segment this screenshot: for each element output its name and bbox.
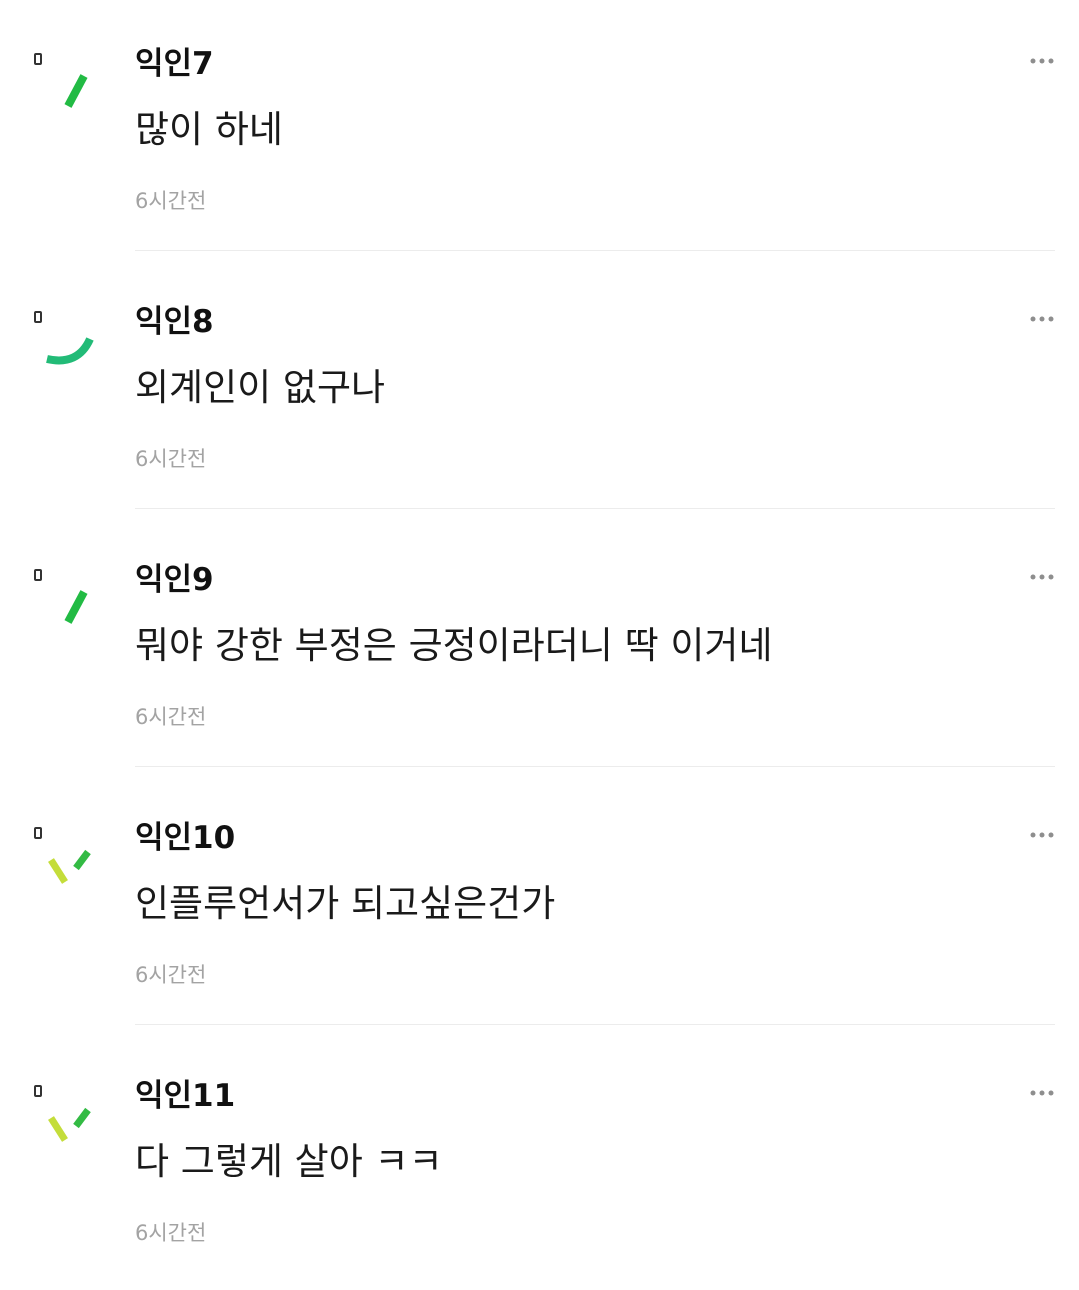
- green-slash-icon: [34, 53, 88, 108]
- more-options-icon: [1030, 1090, 1054, 1096]
- comment-author[interactable]: 익인9: [135, 560, 214, 600]
- comment-text: 다 그렇게 살아 ㅋㅋ: [135, 1140, 443, 1183]
- more-options-button[interactable]: [1024, 304, 1060, 334]
- comment-text: 외계인이 없구나: [135, 366, 386, 409]
- green-slash-icon: [34, 569, 88, 624]
- comment-item: 익인9 뭐야 강한 부정은 긍정이라더니 딱 이거네 6시간전: [0, 516, 1079, 774]
- comment-author[interactable]: 익인11: [135, 1076, 235, 1116]
- more-options-icon: [1030, 58, 1054, 64]
- avatar[interactable]: [30, 824, 100, 894]
- comment-author[interactable]: 익인8: [135, 302, 214, 342]
- comment-item: 익인7 많이 하네 6시간전: [0, 0, 1079, 258]
- comment-timestamp: 6시간전: [135, 189, 207, 213]
- lime-double-dash-icon: [34, 827, 91, 884]
- comment-timestamp: 6시간전: [135, 705, 207, 729]
- more-options-button[interactable]: [1024, 46, 1060, 76]
- avatar[interactable]: [30, 308, 100, 378]
- comment-item: 익인11 다 그렇게 살아 ㅋㅋ 6시간전: [0, 1032, 1079, 1290]
- comment-text: 뭐야 강한 부정은 긍정이라더니 딱 이거네: [135, 624, 773, 667]
- more-options-button[interactable]: [1024, 820, 1060, 850]
- more-options-icon: [1030, 574, 1054, 580]
- comment-timestamp: 6시간전: [135, 963, 207, 987]
- green-smile-icon: [34, 311, 94, 365]
- divider: [135, 1024, 1055, 1025]
- avatar[interactable]: [30, 566, 100, 636]
- more-options-icon: [1030, 832, 1054, 838]
- more-options-button[interactable]: [1024, 562, 1060, 592]
- comment-text: 많이 하네: [135, 108, 283, 151]
- avatar[interactable]: [30, 1082, 100, 1152]
- comment-author[interactable]: 익인10: [135, 818, 235, 858]
- divider: [135, 250, 1055, 251]
- comment-timestamp: 6시간전: [135, 1221, 207, 1245]
- divider: [135, 766, 1055, 767]
- comment-item: 익인10 인플루언서가 되고싶은건가 6시간전: [0, 774, 1079, 1032]
- comment-author[interactable]: 익인7: [135, 44, 214, 84]
- avatar[interactable]: [30, 50, 100, 120]
- comment-item: 익인8 외계인이 없구나 6시간전: [0, 258, 1079, 516]
- divider: [135, 508, 1055, 509]
- comment-timestamp: 6시간전: [135, 447, 207, 471]
- more-options-button[interactable]: [1024, 1078, 1060, 1108]
- more-options-icon: [1030, 316, 1054, 322]
- comment-text: 인플루언서가 되고싶은건가: [135, 882, 556, 925]
- lime-double-dash-icon: [34, 1085, 91, 1142]
